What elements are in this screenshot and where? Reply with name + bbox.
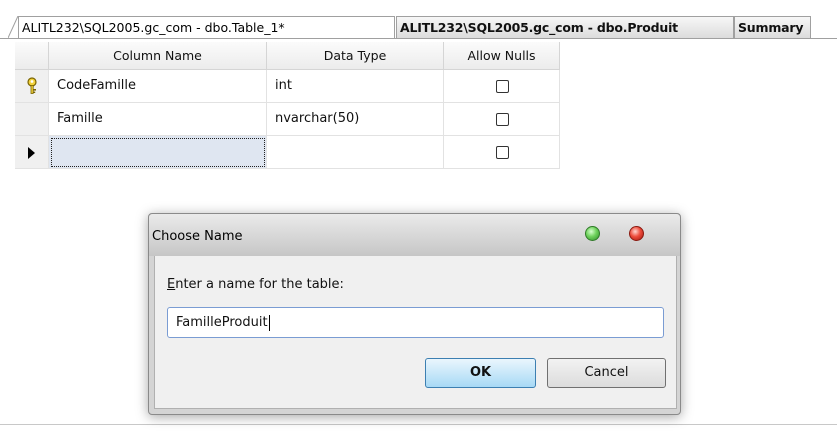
- document-tabstrip: ALITL232\SQL2005.gc_com - dbo.Table_1* A…: [0, 0, 837, 40]
- ok-button[interactable]: OK: [425, 358, 536, 388]
- dialog-title: Choose Name: [152, 229, 243, 244]
- table-row[interactable]: CodeFamille int: [15, 70, 560, 103]
- dialog-titlebar[interactable]: Choose Name: [149, 214, 680, 256]
- table-row[interactable]: [15, 136, 560, 169]
- allow-nulls-checkbox[interactable]: [496, 80, 509, 93]
- row-selector[interactable]: [15, 136, 49, 169]
- column-name-cell[interactable]: Famille: [49, 103, 267, 136]
- prompt-accelerator: E: [167, 277, 176, 292]
- red-orb-icon[interactable]: [629, 226, 644, 241]
- row-header-corner: [15, 42, 49, 70]
- tab-divider: [0, 38, 837, 39]
- data-type-cell[interactable]: nvarchar(50): [267, 103, 444, 136]
- allow-nulls-cell: [444, 70, 560, 103]
- prompt-text: nter a name for the table:: [175, 277, 344, 292]
- green-orb-icon[interactable]: [585, 226, 600, 241]
- column-name-cell[interactable]: CodeFamille: [49, 70, 267, 103]
- table-name-value: FamilleProduit: [176, 315, 268, 330]
- choose-name-dialog: Choose Name Enter a name for the table: …: [148, 213, 681, 415]
- tab-produit[interactable]: ALITL232\SQL2005.gc_com - dbo.Produit: [396, 16, 734, 38]
- table-row[interactable]: Famille nvarchar(50): [15, 103, 560, 136]
- row-selector[interactable]: [15, 103, 49, 136]
- dialog-body: Enter a name for the table: FamilleProdu…: [154, 256, 677, 409]
- data-type-cell[interactable]: [267, 136, 444, 169]
- table-designer-grid: Column Name Data Type Allow Nulls CodeFa…: [15, 42, 560, 170]
- tab-summary[interactable]: Summary: [734, 16, 811, 38]
- row-pointer-icon: [28, 147, 35, 159]
- key-icon: [27, 77, 37, 94]
- row-selector[interactable]: [15, 70, 49, 103]
- table-name-input[interactable]: FamilleProduit: [167, 307, 664, 338]
- text-caret: [268, 314, 270, 331]
- allow-nulls-header[interactable]: Allow Nulls: [444, 42, 560, 70]
- bottom-divider: [0, 424, 837, 425]
- name-prompt-label: Enter a name for the table:: [167, 277, 344, 292]
- allow-nulls-cell: [444, 103, 560, 136]
- allow-nulls-cell: [444, 136, 560, 169]
- allow-nulls-checkbox[interactable]: [496, 113, 509, 126]
- column-name-header[interactable]: Column Name: [49, 42, 267, 70]
- tab-table-1[interactable]: ALITL232\SQL2005.gc_com - dbo.Table_1*: [18, 16, 395, 38]
- allow-nulls-checkbox[interactable]: [496, 146, 509, 159]
- data-type-cell[interactable]: int: [267, 70, 444, 103]
- cancel-button[interactable]: Cancel: [547, 358, 666, 388]
- column-name-cell[interactable]: [49, 136, 267, 169]
- data-type-header[interactable]: Data Type: [267, 42, 444, 70]
